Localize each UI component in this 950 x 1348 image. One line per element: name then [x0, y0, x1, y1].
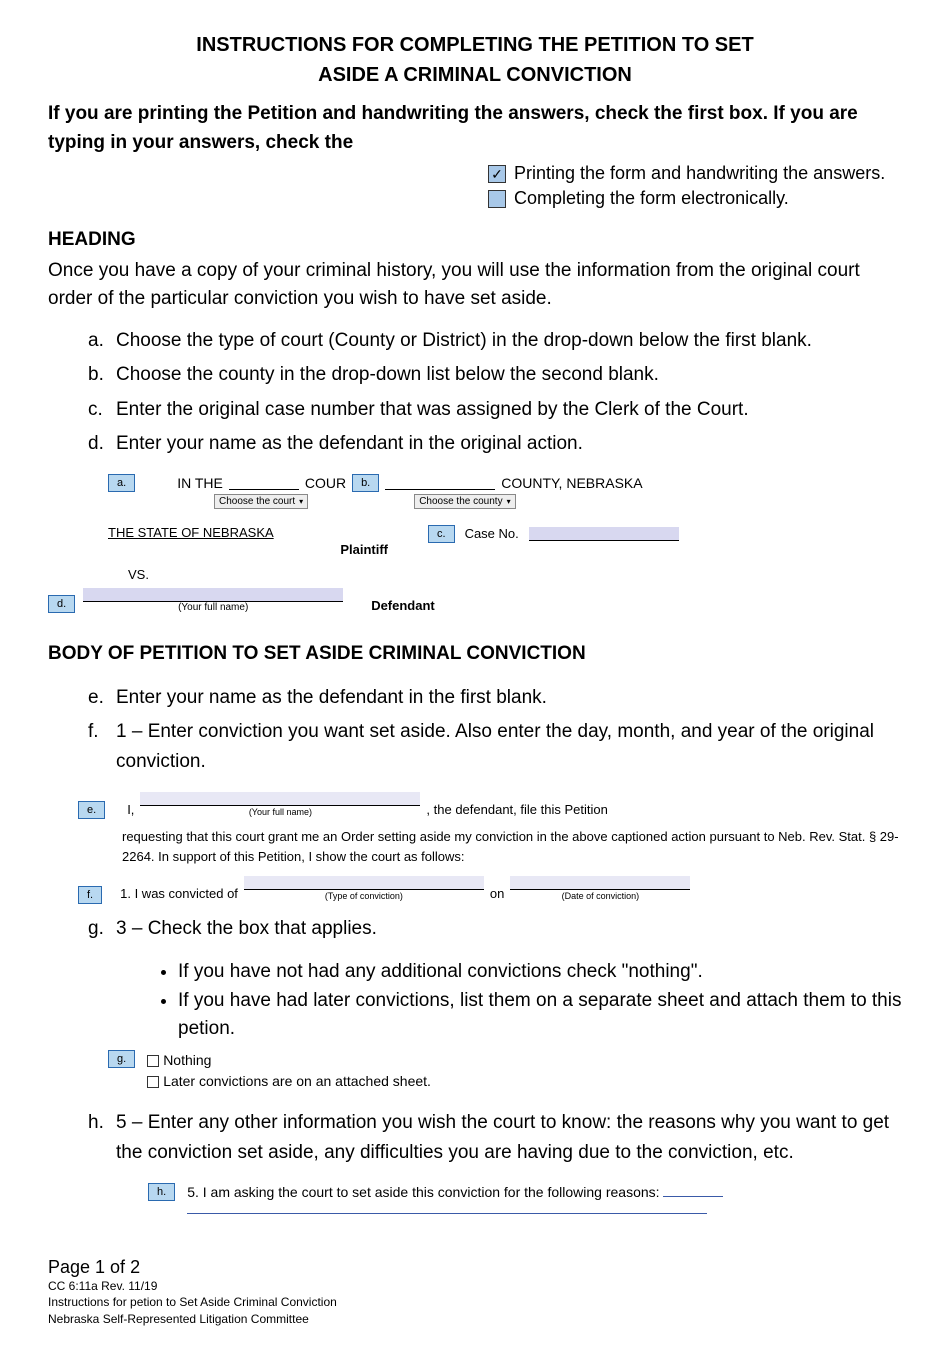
title-line-1: INSTRUCTIONS FOR COMPLETING THE PETITION…: [196, 34, 753, 56]
dropdown-county[interactable]: Choose the county: [414, 494, 515, 509]
ex-vs: VS.: [128, 567, 728, 582]
item-a: Choose the type of court (County or Dist…: [116, 326, 812, 356]
ex-state: THE STATE OF NEBRASKA: [108, 525, 388, 540]
item-d: Enter your name as the defendant in the …: [116, 429, 583, 459]
h-example: h. 5. I am asking the court to set aside…: [148, 1183, 902, 1217]
blank-court[interactable]: [229, 476, 299, 490]
tag-b: b.: [352, 474, 379, 492]
instruction-list-1: a.Choose the type of court (County or Di…: [88, 326, 902, 460]
item-e: Enter your name as the defendant in the …: [116, 683, 547, 713]
blank-defendant-name[interactable]: [83, 588, 343, 602]
ex-your-name-label: (Your full name): [178, 602, 248, 613]
ex-defendant: Defendant: [371, 598, 435, 613]
intro-text: If you are printing the Petition and han…: [48, 100, 902, 157]
g-bullets: If you have not had any additional convi…: [178, 958, 902, 1044]
ex-court: COUR: [305, 475, 346, 491]
item-c: Enter the original case number that was …: [116, 395, 749, 425]
opt-print-label: Printing the form and handwriting the an…: [514, 163, 885, 184]
tag-d: d.: [48, 595, 75, 613]
g-opt-later: Later convictions are on an attached she…: [163, 1073, 431, 1089]
g-opt-nothing: Nothing: [163, 1052, 211, 1068]
footer: Page 1 of 2 CC 6:11a Rev. 11/19 Instruct…: [48, 1257, 902, 1328]
title-line-2: ASIDE A CRIMINAL CONVICTION: [318, 64, 632, 86]
heading-label: HEADING: [48, 229, 902, 251]
pe-on: on: [490, 884, 504, 904]
ex-plaintiff: Plaintiff: [108, 542, 388, 557]
footer-committee: Nebraska Self-Represented Litigation Com…: [48, 1311, 902, 1328]
heading-paragraph: Once you have a copy of your criminal hi…: [48, 257, 902, 312]
ex-case-no: Case No.: [465, 526, 519, 541]
opt-electronic-label: Completing the form electronically.: [514, 188, 789, 209]
tag-h: h.: [148, 1183, 175, 1201]
checkbox-electronic[interactable]: [488, 190, 506, 208]
footer-instr: Instructions for petion to Set Aside Cri…: [48, 1294, 902, 1311]
page-number: Page 1 of 2: [48, 1257, 902, 1278]
field-name[interactable]: [140, 792, 420, 806]
field-conviction-type[interactable]: [244, 876, 484, 890]
tag-f: f.: [78, 886, 102, 904]
tag-g: g.: [108, 1050, 135, 1068]
dropdown-court[interactable]: Choose the court: [214, 494, 308, 509]
h-ex-text: 5. I am asking the court to set aside th…: [187, 1184, 659, 1200]
item-h: 5 – Enter any other information you wish…: [116, 1108, 902, 1169]
tag-c: c.: [428, 525, 455, 543]
body-title: BODY OF PETITION TO SET ASIDE CRIMINAL C…: [48, 643, 902, 665]
pe-req-line: requesting that this court grant me an O…: [122, 827, 902, 866]
checkbox-nothing[interactable]: [147, 1055, 159, 1067]
item-g: 3 – Check the box that applies.: [116, 914, 377, 944]
pe-i: I,: [127, 800, 134, 820]
item-b: Choose the county in the drop-down list …: [116, 360, 659, 390]
g-bullet-2: If you have had later convictions, list …: [178, 987, 902, 1044]
blank-case-no[interactable]: [529, 527, 679, 541]
pe-type-label: (Type of conviction): [325, 890, 403, 904]
pe-convicted-of: 1. I was convicted of: [120, 884, 238, 904]
heading-example: a. IN THE COUR b. COUNTY, NEBRASKA Choos…: [108, 474, 728, 613]
reason-line-2[interactable]: [187, 1200, 707, 1214]
field-conviction-date[interactable]: [510, 876, 690, 890]
blank-county[interactable]: [385, 476, 495, 490]
g-bullet-1: If you have not had any additional convi…: [178, 958, 902, 987]
page-title: INSTRUCTIONS FOR COMPLETING THE PETITION…: [48, 30, 902, 90]
petition-example: e. I, (Your full name) , the defendant, …: [78, 792, 902, 904]
pe-date-label: (Date of conviction): [562, 890, 640, 904]
checkbox-print[interactable]: [488, 165, 506, 183]
reason-line-1[interactable]: [663, 1183, 723, 1197]
tag-e: e.: [78, 801, 105, 819]
item-f: 1 – Enter conviction you want set aside.…: [116, 717, 902, 778]
footer-cc: CC 6:11a Rev. 11/19: [48, 1278, 902, 1295]
ex-county-ne: COUNTY, NEBRASKA: [501, 475, 642, 491]
pe-defendant-file: , the defendant, file this Petition: [426, 800, 607, 820]
instruction-list-2: e.Enter your name as the defendant in th…: [88, 683, 902, 778]
check-options-block: Printing the form and handwriting the an…: [488, 163, 902, 209]
instruction-list-3: g.3 – Check the box that applies.: [88, 914, 902, 944]
g-example: g. Nothing Later convictions are on an a…: [108, 1050, 902, 1092]
instruction-list-4: h.5 – Enter any other information you wi…: [88, 1108, 902, 1169]
ex-in-the: IN THE: [177, 475, 223, 491]
checkbox-later[interactable]: [147, 1076, 159, 1088]
tag-a: a.: [108, 474, 135, 492]
pe-name-label: (Your full name): [249, 806, 312, 820]
